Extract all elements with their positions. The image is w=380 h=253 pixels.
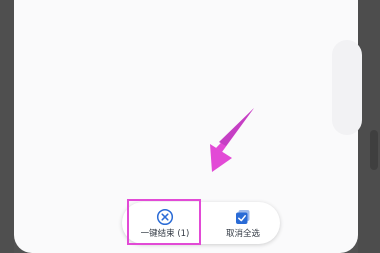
- close-circle-icon: [156, 208, 174, 225]
- cancel-select-all-button[interactable]: 取消全选: [208, 202, 278, 244]
- bottom-action-bar: 一键结束 (1) 取消全选: [122, 202, 280, 244]
- cancel-select-all-label: 取消全选: [225, 228, 260, 239]
- end-all-label: 一键结束 (1): [140, 228, 190, 239]
- end-all-button[interactable]: 一键结束 (1): [126, 202, 204, 244]
- checkbox-checked-icon: [236, 209, 250, 224]
- screen: 一键结束 (1) 取消全选: [0, 0, 380, 253]
